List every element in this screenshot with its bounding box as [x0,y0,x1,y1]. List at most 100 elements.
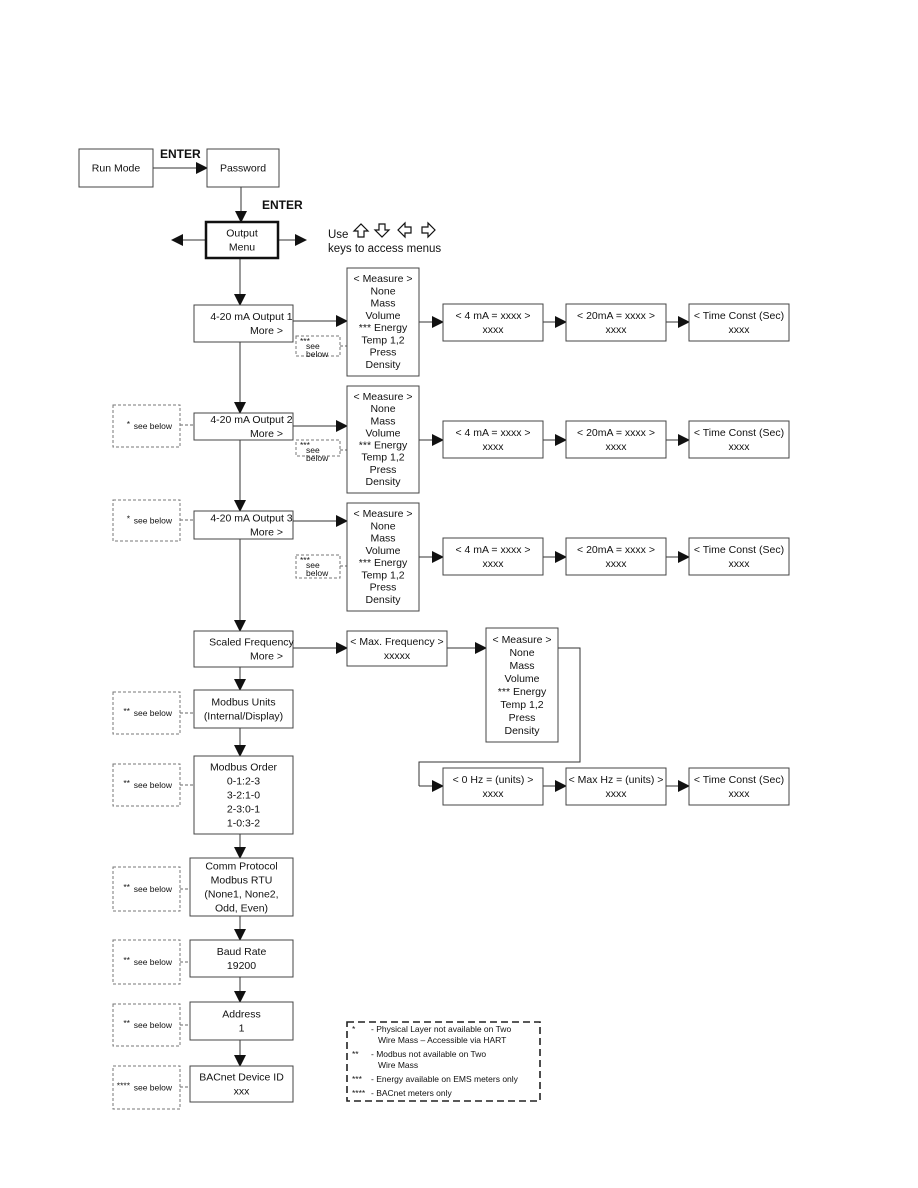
box-line: xxxx [729,558,751,570]
modbus-units-box[interactable]: Modbus Units (Internal/Display) [193,689,294,729]
legend-text: Wire Mass – Accessible via HART [378,1035,506,1045]
legend-stars: **** [352,1088,366,1098]
box-line: < Max Hz = (units) > [569,774,664,786]
box-line: BACnet Device ID [199,1072,284,1084]
comm-protocol-box[interactable]: Comm Protocol Modbus RTU (None1, None2, Odd… [189,857,294,917]
box-line: < Time Const (Sec) [694,774,784,786]
box-line: Volume [504,673,539,685]
measure1-box[interactable]: < Measure >NoneMassVolume*** EnergyTemp … [346,267,420,377]
note-text: below [306,453,329,463]
box-line: < Measure > [354,391,413,403]
output-menu-box[interactable]: Output Menu [204,220,280,260]
box-line: 0-1:2-3 [227,776,260,788]
run-mode-box[interactable]: Run Mode [78,148,154,188]
use-label: Use [328,229,348,241]
box-line: Press [370,347,397,359]
box-line: Menu [229,242,255,254]
measure3-box[interactable]: < Measure >NoneMassVolume*** EnergyTemp … [346,502,420,612]
modbus-order-box[interactable]: Modbus Order 0-1:2-3 3-2:1-0 2-3:0-1 1-0:3-2 [193,755,294,835]
box-line: 1 [239,1023,245,1035]
enter-label: ENTER [160,147,201,161]
bacnet-box[interactable]: BACnet Device ID xxx [189,1065,294,1103]
note-text: below [306,568,329,578]
box-line: *** Energy [498,686,547,698]
ma20-3-box[interactable]: < 20mA = xxxx > xxxx [565,537,667,576]
note-text: see below [134,1020,173,1030]
baud-rate-box[interactable]: Baud Rate 19200 [189,939,294,978]
tc-4-box[interactable]: < Time Const (Sec) xxxx [688,767,790,806]
box-line: xxxx [483,441,505,453]
output3-box[interactable]: 4-20 mA Output 3 More > [193,510,294,540]
ma4-3-box[interactable]: < 4 mA = xxxx > xxxx [442,537,544,576]
tc-2-box[interactable]: < Time Const (Sec) xxxx [688,420,790,459]
note-text: see below [134,421,173,431]
box-line: None [370,403,395,415]
see-below-note: see below**** [112,1065,181,1110]
box-line: Press [370,582,397,594]
arrow-right-icon [421,221,436,239]
box-line: More > [250,651,283,663]
box-line: xxxx [483,788,505,800]
box-line: *** Energy [359,440,408,452]
maxhz-box[interactable]: < Max Hz = (units) > xxxx [565,767,667,806]
see-below-note: ***seebelow [295,439,341,463]
measure4-box[interactable]: < Measure >NoneMassVolume*** EnergyTemp … [485,627,559,743]
max-freq-box[interactable]: < Max. Frequency > xxxxx [346,630,448,667]
password-box[interactable]: Password [206,148,280,188]
box-line: < Measure > [493,634,552,646]
box-line: 4-20 mA Output 3 [210,513,292,525]
box-line: Modbus Order [210,762,278,774]
address-box[interactable]: Address 1 [189,1001,294,1041]
box-line: (Internal/Display) [204,711,283,723]
arrow-down-icon [373,223,391,238]
scaled-frequency-box[interactable]: Scaled Frequency More > [193,630,295,668]
box-line: Temp 1,2 [500,699,543,711]
tc-3-box[interactable]: < Time Const (Sec) xxxx [688,537,790,576]
ma20-1-box[interactable]: < 20mA = xxxx > xxxx [565,303,667,342]
box-line: < 4 mA = xxxx > [456,310,531,322]
box-line: Mass [370,298,395,310]
box-line: Temp 1,2 [361,452,404,464]
note-stars: ** [123,955,130,965]
keys-instruction: keys to access menus [328,243,441,255]
box-line: 1-0:3-2 [227,818,260,830]
box-line: xxxxx [384,650,411,662]
note-text: see below [134,708,173,718]
box-line: < Time Const (Sec) [694,544,784,556]
box-line: Address [222,1009,261,1021]
legend-text: - Modbus not available on Two [371,1049,486,1059]
footnote-legend: * - Physical Layer not available on TwoWi… [346,1021,541,1102]
box-line: *** Energy [359,557,408,569]
measure2-box[interactable]: < Measure >NoneMassVolume*** EnergyTemp … [346,385,420,494]
box-line: Temp 1,2 [361,569,404,581]
ma4-1-box[interactable]: < 4 mA = xxxx > xxxx [442,303,544,342]
legend-text: - Physical Layer not available on Two [371,1024,511,1034]
tc-1-box[interactable]: < Time Const (Sec) xxxx [688,303,790,342]
note-stars: **** [117,1081,131,1091]
box-line: Odd, Even) [215,903,268,915]
box-line: *** Energy [359,322,408,334]
see-below-note: ***seebelow [295,554,341,579]
box-line: Press [370,464,397,476]
box-line: < 4 mA = xxxx > [456,544,531,556]
box-line: < Measure > [354,273,413,285]
box-line: Density [365,476,401,488]
ma4-2-box[interactable]: < 4 mA = xxxx > xxxx [442,420,544,459]
legend-text: - Energy available on EMS meters only [371,1074,519,1084]
box-line: xxxx [729,788,751,800]
box-line: xxxx [729,441,751,453]
see-below-note: see below ** [112,1003,181,1047]
output1-box[interactable]: 4-20 mA Output 1 More > [193,304,294,343]
box-line: Scaled Frequency [209,637,294,649]
see-below-note: ***seebelow [295,335,341,359]
output2-box[interactable]: 4-20 mA Output 2 More > [193,412,294,441]
ma20-2-box[interactable]: < 20mA = xxxx > xxxx [565,420,667,459]
note-text: below [306,349,329,359]
hz0-box[interactable]: < 0 Hz = (units) > xxxx [442,767,544,806]
box-line: < Time Const (Sec) [694,310,784,322]
box-line: xxxx [483,324,505,336]
box-line: Press [509,712,536,724]
legend-text: - BACnet meters only [371,1088,453,1098]
box-line: Modbus Units [211,697,275,709]
box-line: Comm Protocol [205,861,277,873]
